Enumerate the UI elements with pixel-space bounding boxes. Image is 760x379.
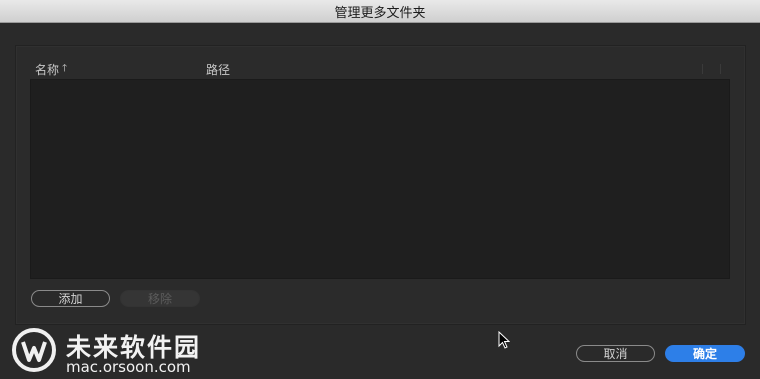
watermark-url: mac.orsoon.com (66, 358, 191, 376)
watermark: 未来软件园 mac.orsoon.com (10, 322, 230, 378)
remove-button[interactable]: 移除 (120, 290, 200, 307)
sort-ascending-icon: 🡑 (62, 63, 68, 74)
folder-list[interactable] (30, 79, 730, 279)
cancel-button[interactable]: 取消 (576, 345, 655, 362)
add-button[interactable]: 添加 (31, 290, 110, 307)
cancel-button-label: 取消 (603, 347, 628, 361)
watermark-logo-icon (12, 328, 56, 372)
remove-button-label: 移除 (147, 292, 172, 306)
column-header-path[interactable]: 路径 (206, 61, 230, 78)
column-divider[interactable] (720, 64, 721, 74)
column-header-name-label: 名称 (35, 63, 60, 77)
column-divider[interactable] (702, 64, 703, 74)
add-button-label: 添加 (58, 292, 83, 306)
column-header-path-label: 路径 (206, 63, 231, 77)
ok-button-label: 确定 (692, 347, 717, 361)
window-title-bar[interactable]: 管理更多文件夹 (0, 0, 760, 23)
mouse-cursor-icon (498, 331, 510, 349)
table-header: 名称 🡑 路径 (30, 60, 730, 78)
window-title: 管理更多文件夹 (334, 5, 426, 21)
column-header-name[interactable]: 名称 🡑 (35, 61, 67, 78)
ok-button[interactable]: 确定 (665, 345, 745, 362)
